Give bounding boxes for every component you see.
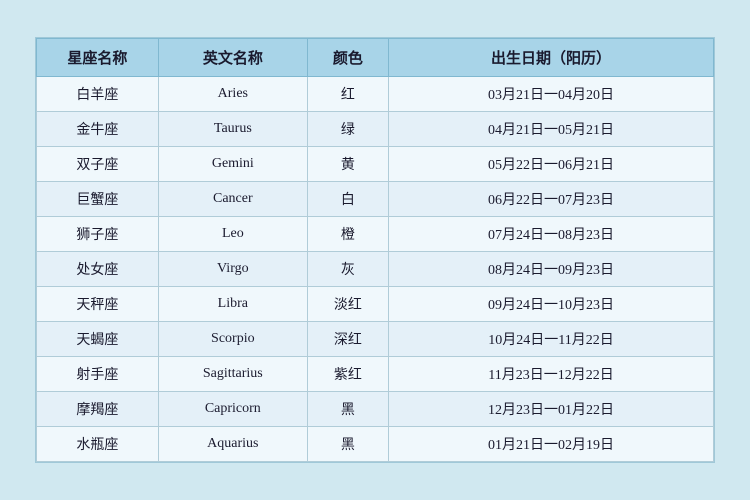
cell-date: 03月21日一04月20日: [389, 77, 714, 112]
zodiac-table: 星座名称 英文名称 颜色 出生日期（阳历） 白羊座Aries红03月21日一04…: [36, 38, 714, 462]
cell-color: 黄: [307, 147, 388, 182]
table-row: 金牛座Taurus绿04月21日一05月21日: [37, 112, 714, 147]
header-chinese: 星座名称: [37, 39, 159, 77]
cell-color: 白: [307, 182, 388, 217]
cell-color: 黑: [307, 427, 388, 462]
cell-english: Capricorn: [158, 392, 307, 427]
cell-english: Sagittarius: [158, 357, 307, 392]
cell-chinese: 水瓶座: [37, 427, 159, 462]
header-date: 出生日期（阳历）: [389, 39, 714, 77]
cell-chinese: 天秤座: [37, 287, 159, 322]
cell-date: 01月21日一02月19日: [389, 427, 714, 462]
zodiac-table-container: 星座名称 英文名称 颜色 出生日期（阳历） 白羊座Aries红03月21日一04…: [35, 37, 715, 463]
cell-date: 09月24日一10月23日: [389, 287, 714, 322]
cell-chinese: 白羊座: [37, 77, 159, 112]
table-header-row: 星座名称 英文名称 颜色 出生日期（阳历）: [37, 39, 714, 77]
table-row: 处女座Virgo灰08月24日一09月23日: [37, 252, 714, 287]
cell-english: Libra: [158, 287, 307, 322]
cell-chinese: 处女座: [37, 252, 159, 287]
table-row: 射手座Sagittarius紫红11月23日一12月22日: [37, 357, 714, 392]
cell-chinese: 双子座: [37, 147, 159, 182]
header-english: 英文名称: [158, 39, 307, 77]
cell-english: Gemini: [158, 147, 307, 182]
table-row: 巨蟹座Cancer白06月22日一07月23日: [37, 182, 714, 217]
header-color: 颜色: [307, 39, 388, 77]
cell-english: Aquarius: [158, 427, 307, 462]
table-row: 天蝎座Scorpio深红10月24日一11月22日: [37, 322, 714, 357]
cell-color: 橙: [307, 217, 388, 252]
cell-color: 紫红: [307, 357, 388, 392]
cell-date: 11月23日一12月22日: [389, 357, 714, 392]
cell-chinese: 天蝎座: [37, 322, 159, 357]
table-row: 狮子座Leo橙07月24日一08月23日: [37, 217, 714, 252]
table-row: 摩羯座Capricorn黑12月23日一01月22日: [37, 392, 714, 427]
cell-color: 灰: [307, 252, 388, 287]
table-row: 天秤座Libra淡红09月24日一10月23日: [37, 287, 714, 322]
cell-english: Cancer: [158, 182, 307, 217]
cell-english: Taurus: [158, 112, 307, 147]
cell-date: 05月22日一06月21日: [389, 147, 714, 182]
cell-english: Virgo: [158, 252, 307, 287]
cell-date: 06月22日一07月23日: [389, 182, 714, 217]
cell-chinese: 金牛座: [37, 112, 159, 147]
cell-date: 04月21日一05月21日: [389, 112, 714, 147]
cell-chinese: 狮子座: [37, 217, 159, 252]
cell-english: Aries: [158, 77, 307, 112]
table-row: 水瓶座Aquarius黑01月21日一02月19日: [37, 427, 714, 462]
table-body: 白羊座Aries红03月21日一04月20日金牛座Taurus绿04月21日一0…: [37, 77, 714, 462]
table-row: 双子座Gemini黄05月22日一06月21日: [37, 147, 714, 182]
cell-date: 12月23日一01月22日: [389, 392, 714, 427]
cell-color: 深红: [307, 322, 388, 357]
cell-chinese: 射手座: [37, 357, 159, 392]
cell-color: 红: [307, 77, 388, 112]
cell-chinese: 巨蟹座: [37, 182, 159, 217]
cell-color: 绿: [307, 112, 388, 147]
cell-color: 淡红: [307, 287, 388, 322]
cell-chinese: 摩羯座: [37, 392, 159, 427]
cell-english: Leo: [158, 217, 307, 252]
cell-date: 07月24日一08月23日: [389, 217, 714, 252]
cell-english: Scorpio: [158, 322, 307, 357]
table-row: 白羊座Aries红03月21日一04月20日: [37, 77, 714, 112]
cell-date: 10月24日一11月22日: [389, 322, 714, 357]
cell-color: 黑: [307, 392, 388, 427]
cell-date: 08月24日一09月23日: [389, 252, 714, 287]
